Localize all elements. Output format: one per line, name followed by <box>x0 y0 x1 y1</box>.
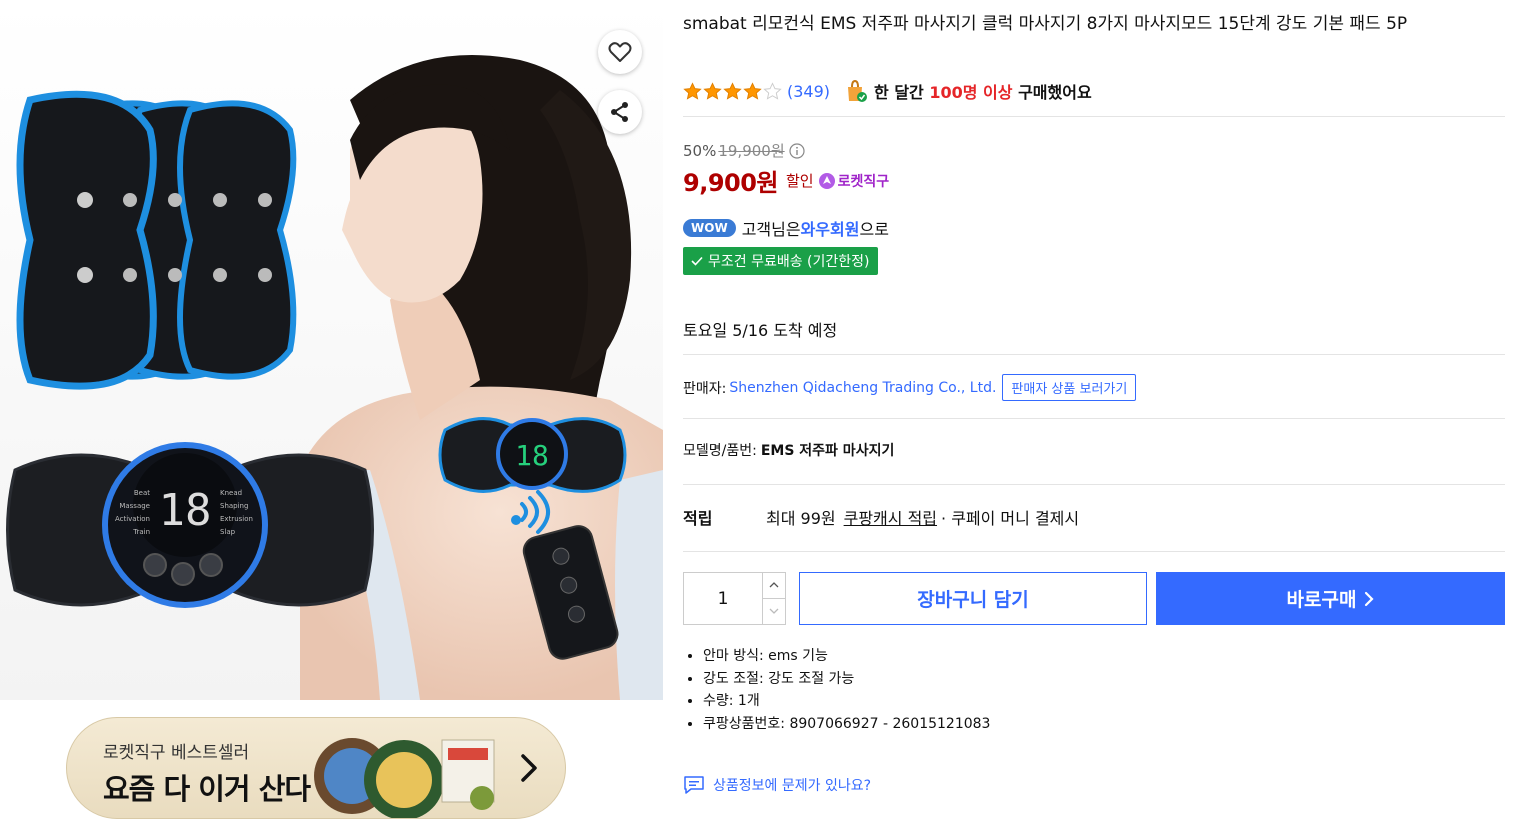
spec-item: 쿠팡상품번호: 8907066927 - 26015121083 <box>703 713 990 736</box>
info-icon[interactable] <box>789 142 805 159</box>
star-filled-icon <box>723 81 742 100</box>
review-count-link[interactable]: (349) <box>787 82 830 101</box>
banner-title: 요즘 다 이거 산다 <box>103 772 311 806</box>
star-filled-icon <box>743 81 762 100</box>
divider <box>683 354 1505 355</box>
free-shipping-badge: 무조건 무료배송 (기간한정) <box>683 247 878 275</box>
seller-label: 판매자: <box>683 380 727 397</box>
star-empty-icon <box>763 81 782 100</box>
reward-amount: 최대 99원 <box>766 509 836 528</box>
quantity-decrease-button[interactable] <box>762 598 785 624</box>
model-row: 모델명/품번: EMS 저주파 마사지기 <box>683 440 894 460</box>
divider <box>683 116 1505 117</box>
mode-label-train: Train <box>132 528 150 536</box>
original-price: 19,900원 <box>718 142 785 160</box>
sale-label: 할인 <box>786 172 814 190</box>
coupang-cash-link[interactable]: 쿠팡캐시 적립 <box>844 505 937 529</box>
rocket-global-icon <box>818 172 835 189</box>
star-filled-icon <box>703 81 722 100</box>
report-issue-label: 상품정보에 문제가 있나요? <box>713 778 872 794</box>
buy-now-button[interactable]: 바로구매 <box>1156 572 1505 625</box>
purchase-count-prefix: 한 달간 <box>874 83 924 102</box>
wow-text-highlight: 와우회원 <box>800 220 860 239</box>
rocket-global-label: 로켓직구 <box>837 173 890 190</box>
add-to-cart-label: 장바구니 담기 <box>917 589 1029 611</box>
divider <box>683 484 1505 485</box>
chevron-right-icon <box>1365 591 1375 606</box>
product-image[interactable]: 18 Beat Massage Activation Train Knead S… <box>0 0 663 700</box>
check-icon <box>691 256 703 266</box>
purchase-count-highlight: 100명 이상 <box>929 83 1013 102</box>
product-photo: 18 Beat Massage Activation Train Knead S… <box>0 0 663 700</box>
product-gallery: 18 Beat Massage Activation Train Knead S… <box>0 0 663 831</box>
rating-row: (349) 한 달간 100명 이상 구매했어요 <box>683 79 1092 103</box>
banner-subtitle: 로켓직구 베스트셀러 <box>103 743 250 763</box>
wow-badge: WOW <box>683 219 736 237</box>
heart-icon <box>608 42 632 62</box>
star-filled-icon <box>683 81 702 100</box>
wish-button[interactable] <box>598 30 642 74</box>
buy-now-label: 바로구매 <box>1286 589 1357 611</box>
shopping-bag-icon <box>848 79 868 102</box>
chevron-up-icon <box>769 582 779 588</box>
share-icon <box>611 102 628 122</box>
wow-text-suffix: 으로 <box>859 220 889 239</box>
product-title: smabat 리모컨식 EMS 저주파 마사지기 클럭 마사지기 8가지 마사지… <box>683 14 1408 34</box>
discount-row: 50% 19,900원 <box>683 140 805 161</box>
sale-price: 9,900원 <box>683 169 779 197</box>
mode-label-extrusion: Extrusion <box>220 515 253 523</box>
back-device-display: 18 <box>515 439 549 472</box>
mode-label-massage: Massage <box>119 502 150 510</box>
spec-item: 수량: 1개 <box>703 690 990 713</box>
device-display: 18 <box>159 485 212 536</box>
divider <box>683 418 1505 419</box>
rocket-bestseller-banner[interactable]: 로켓직구 베스트셀러 요즘 다 이거 산다 <box>66 717 566 819</box>
spec-item: 안마 방식: ems 기능 <box>703 645 990 668</box>
discount-rate: 50% <box>683 141 717 160</box>
reward-row: 적립 최대 99원 쿠팡캐시 적립 · 쿠페이 머니 결제시 <box>683 505 1079 529</box>
wow-member-row: WOW 고객님은와우회원으로 <box>683 216 889 240</box>
arrival-date: 토요일 5/16 도착 예정 <box>683 321 838 340</box>
divider <box>683 551 1505 552</box>
wow-member-text: 고객님은와우회원으로 <box>742 216 889 240</box>
model-label: 모델명/품번: <box>683 443 757 459</box>
purchase-count-suffix: 구매했어요 <box>1018 83 1092 102</box>
product-spec-list: 안마 방식: ems 기능 강도 조절: 강도 조절 가능 수량: 1개 쿠팡상… <box>703 645 990 735</box>
chevron-right-icon <box>521 754 537 782</box>
mode-label-shaping: Shaping <box>220 502 248 510</box>
share-button[interactable] <box>598 90 642 134</box>
spec-item: 강도 조절: 강도 조절 가능 <box>703 668 990 691</box>
chevron-down-icon <box>769 608 779 615</box>
mode-label-knead: Knead <box>220 489 242 497</box>
mode-label-activation: Activation <box>115 515 150 523</box>
seller-row: 판매자: Shenzhen Qidacheng Trading Co., Ltd… <box>683 374 1137 401</box>
price-row: 9,900원 할인 로켓직구 <box>683 163 889 198</box>
free-shipping-text: 무조건 무료배송 (기간한정) <box>708 254 870 270</box>
seller-products-button[interactable]: 판매자 상품 보러가기 <box>1002 374 1137 401</box>
add-to-cart-button[interactable]: 장바구니 담기 <box>799 572 1147 625</box>
reward-suffix: · 쿠페이 머니 결제시 <box>941 509 1080 528</box>
quantity-increase-button[interactable] <box>762 573 785 599</box>
seller-name-link[interactable]: Shenzhen Qidacheng Trading Co., Ltd. <box>729 380 996 396</box>
quantity-input[interactable] <box>684 573 762 624</box>
report-issue-link[interactable]: 상품정보에 문제가 있나요? <box>683 775 871 795</box>
star-rating[interactable] <box>683 81 783 101</box>
model-value: EMS 저주파 마사지기 <box>760 443 895 459</box>
wow-text-prefix: 고객님은 <box>741 220 801 239</box>
chat-report-icon <box>684 776 704 794</box>
purchase-count-text: 한 달간 100명 이상 구매했어요 <box>874 79 1092 103</box>
banner-products-illustration <box>314 738 495 818</box>
mode-label-beat: Beat <box>134 489 150 497</box>
mode-label-slap: Slap <box>220 528 236 536</box>
reward-label: 적립 <box>683 509 713 528</box>
quantity-stepper <box>683 572 786 625</box>
